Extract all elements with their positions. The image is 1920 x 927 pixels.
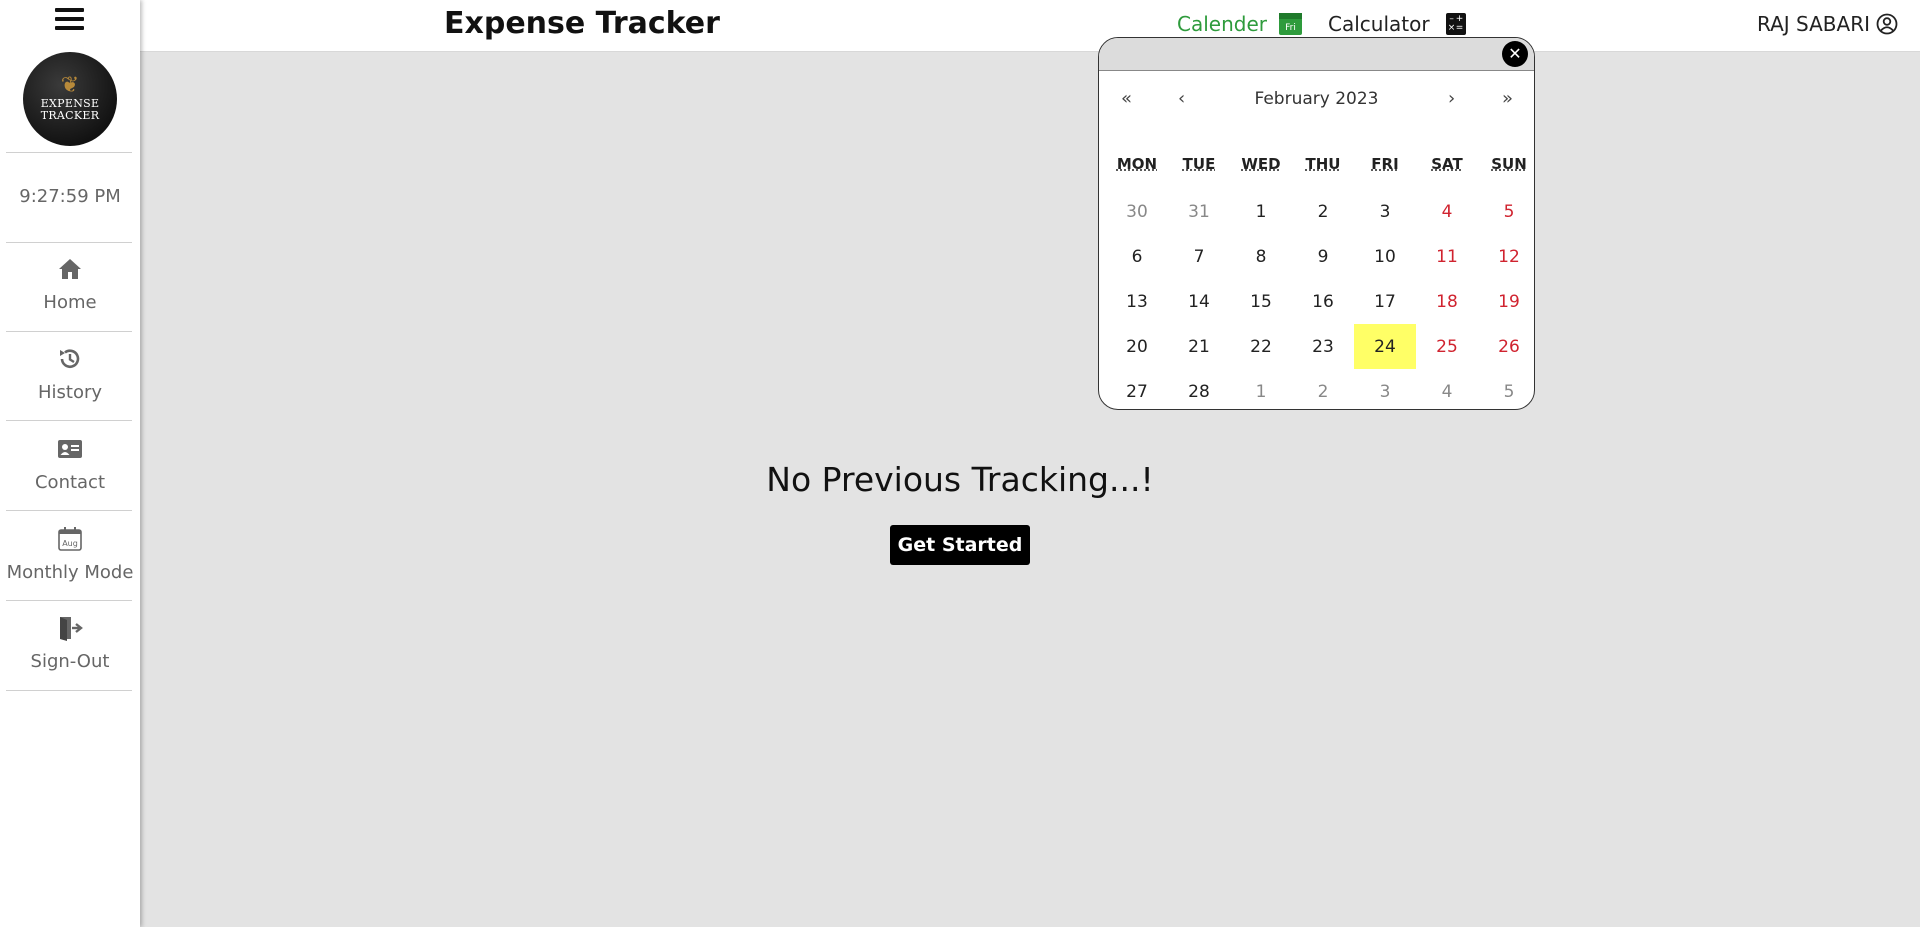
divider bbox=[6, 420, 132, 421]
calendar-day[interactable]: 27 bbox=[1106, 369, 1168, 409]
weekday-label: WED bbox=[1241, 155, 1281, 173]
calendar-day[interactable]: 25 bbox=[1416, 324, 1478, 369]
calendar-day[interactable]: 31 bbox=[1168, 189, 1230, 234]
calendar-aug-icon: Aug bbox=[58, 527, 82, 551]
calendar-day[interactable]: 4 bbox=[1416, 189, 1478, 234]
empty-state-message: No Previous Tracking...! bbox=[766, 460, 1154, 499]
calendar-link-label: Calender bbox=[1177, 12, 1267, 36]
close-icon[interactable]: ✕ bbox=[1502, 41, 1528, 67]
calendar-day[interactable]: 19 bbox=[1478, 279, 1534, 324]
home-icon bbox=[59, 259, 81, 279]
top-header: Expense Tracker Calender Fri Calculator … bbox=[140, 0, 1920, 52]
calendar-day[interactable]: 9 bbox=[1292, 234, 1354, 279]
calendar-day[interactable]: 22 bbox=[1230, 324, 1292, 369]
divider bbox=[6, 152, 132, 153]
svg-text:Aug: Aug bbox=[62, 539, 78, 548]
calendar-link[interactable]: Calender Fri bbox=[1177, 12, 1302, 36]
calendar-day[interactable]: 3 bbox=[1354, 369, 1416, 409]
calendar-day[interactable]: 15 bbox=[1230, 279, 1292, 324]
calendar-day[interactable]: 5 bbox=[1478, 369, 1534, 409]
calendar-day[interactable]: 1 bbox=[1230, 189, 1292, 234]
laurel-icon: ❦ bbox=[60, 73, 80, 98]
month-label[interactable]: February 2023 bbox=[1099, 89, 1534, 109]
hamburger-menu-icon[interactable] bbox=[55, 8, 84, 32]
sidebar-item-label: Sign-Out bbox=[30, 651, 110, 672]
calendar-day[interactable]: 3 bbox=[1354, 189, 1416, 234]
next-year-button[interactable]: » bbox=[1502, 88, 1513, 109]
divider bbox=[6, 600, 132, 601]
user-circle-icon bbox=[1876, 13, 1898, 35]
calendar-day[interactable]: 7 bbox=[1168, 234, 1230, 279]
calendar-day[interactable]: 16 bbox=[1292, 279, 1354, 324]
calendar-day[interactable]: 18 bbox=[1416, 279, 1478, 324]
sidebar-item-label: Monthly Mode bbox=[6, 562, 134, 583]
weekday-label: THU bbox=[1305, 155, 1341, 173]
sidebar-item-label: Contact bbox=[34, 472, 106, 493]
calendar-day[interactable]: 23 bbox=[1292, 324, 1354, 369]
weekday-label: MON bbox=[1116, 155, 1158, 173]
calendar-day[interactable]: 5 bbox=[1478, 189, 1534, 234]
calendar-day[interactable]: 2 bbox=[1292, 189, 1354, 234]
calculator-link[interactable]: Calculator – + × = bbox=[1328, 12, 1466, 36]
weekday-label: SUN bbox=[1491, 155, 1527, 173]
calculator-link-label: Calculator bbox=[1328, 12, 1430, 36]
weekday-label: FRI bbox=[1371, 155, 1399, 173]
calendar-day[interactable]: 26 bbox=[1478, 324, 1534, 369]
calendar-day[interactable]: 30 bbox=[1106, 189, 1168, 234]
calendar-icon: Fri bbox=[1278, 13, 1302, 35]
sign-out-icon bbox=[60, 617, 83, 641]
weekday-header: MON TUE WED THU FRI SAT SUN bbox=[1106, 155, 1534, 173]
calendar-popup-titlebar: ✕ bbox=[1099, 38, 1534, 71]
calculator-icon: – + × = bbox=[1445, 13, 1466, 35]
calendar-day[interactable]: 12 bbox=[1478, 234, 1534, 279]
calendar-popup: ✕ « ‹ February 2023 › » MON TUE WED THU FRI S… bbox=[1098, 37, 1535, 410]
calendar-day[interactable]: 1 bbox=[1230, 369, 1292, 409]
logo-text-2: TRACKER bbox=[40, 109, 100, 122]
calendar-day[interactable]: 20 bbox=[1106, 324, 1168, 369]
get-started-button[interactable]: Get Started bbox=[890, 525, 1030, 565]
next-month-button[interactable]: › bbox=[1448, 88, 1455, 109]
sidebar-item-label: History bbox=[37, 382, 103, 403]
contact-card-icon bbox=[58, 440, 82, 458]
calendar-navigation: « ‹ February 2023 › » bbox=[1099, 71, 1534, 129]
calendar-day[interactable]: 13 bbox=[1106, 279, 1168, 324]
logo: ❦ EXPENSE TRACKER bbox=[23, 52, 117, 146]
calendar-day[interactable]: 2 bbox=[1292, 369, 1354, 409]
calendar-day[interactable]: 17 bbox=[1354, 279, 1416, 324]
sidebar-item-label: Home bbox=[43, 292, 97, 313]
calendar-day[interactable]: 28 bbox=[1168, 369, 1230, 409]
calendar-day[interactable]: 10 bbox=[1354, 234, 1416, 279]
weekday-label: TUE bbox=[1182, 155, 1216, 173]
history-icon bbox=[60, 349, 80, 368]
calendar-day[interactable]: 14 bbox=[1168, 279, 1230, 324]
weekday-label: SAT bbox=[1431, 155, 1463, 173]
divider bbox=[6, 242, 132, 243]
divider bbox=[6, 510, 132, 511]
user-menu[interactable]: RAJ SABARI bbox=[1757, 12, 1898, 36]
calendar-day-today[interactable]: 24 bbox=[1354, 324, 1416, 369]
calendar-day[interactable]: 4 bbox=[1416, 369, 1478, 409]
calendar-day[interactable]: 8 bbox=[1230, 234, 1292, 279]
calendar-day[interactable]: 21 bbox=[1168, 324, 1230, 369]
calendar-icon-text: Fri bbox=[1285, 23, 1296, 33]
calendar-day[interactable]: 6 bbox=[1106, 234, 1168, 279]
calendar-day[interactable]: 11 bbox=[1416, 234, 1478, 279]
page-title: Expense Tracker bbox=[444, 6, 720, 41]
divider bbox=[6, 331, 132, 332]
calendar-days-grid: 30 31 1 2 3 4 5 6 7 8 9 10 11 12 13 14 15 16 17 18 19 20 21 22 2… bbox=[1106, 189, 1534, 409]
user-name: RAJ SABARI bbox=[1757, 12, 1870, 36]
divider bbox=[6, 690, 132, 691]
clock: 9:27:59 PM bbox=[19, 186, 121, 207]
sidebar: ❦ EXPENSE TRACKER 9:27:59 PM Home Histor… bbox=[0, 0, 140, 927]
